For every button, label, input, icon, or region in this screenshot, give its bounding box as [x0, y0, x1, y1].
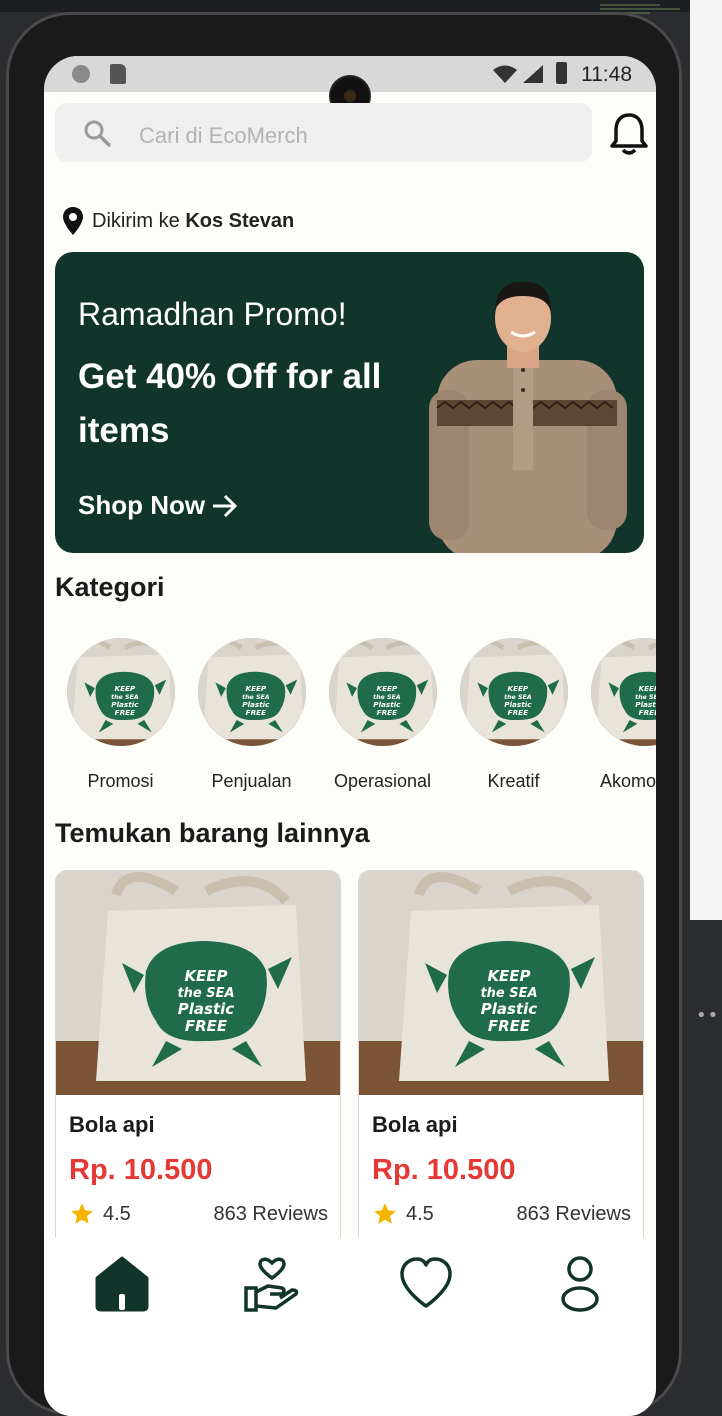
review-count: 863 Reviews — [516, 1203, 631, 1225]
donate-icon[interactable] — [242, 1254, 302, 1314]
profile-icon[interactable] — [550, 1254, 610, 1314]
categories-title: Kategori — [55, 572, 165, 602]
svg-text:KEEP: KEEP — [245, 684, 266, 693]
bell-icon[interactable] — [609, 111, 649, 157]
svg-text:KEEP: KEEP — [507, 684, 528, 693]
svg-text:FREE: FREE — [488, 1017, 531, 1035]
svg-text:Plastic: Plastic — [111, 700, 139, 709]
category-item[interactable]: KEEP the SEA Plastic FREE Kreatif — [448, 638, 579, 792]
search-icon — [84, 120, 111, 147]
signal-icon — [523, 65, 543, 83]
tote-bag-image: KEEPthe SEAPlasticFREE — [197, 638, 306, 746]
category-label: Operasional — [333, 771, 432, 791]
svg-text:KEEP: KEEP — [376, 684, 397, 693]
svg-text:FREE: FREE — [185, 1017, 228, 1035]
product-card[interactable]: KEEP the SEA Plastic FREE Bola api Rp. 10.500… — [55, 870, 341, 1292]
wifi-icon — [493, 65, 517, 83]
rating-value: 4.5 — [406, 1202, 434, 1225]
tote-bag-image: KEEPthe SEAPlasticFREE — [359, 871, 643, 1095]
delivery-location: Kos Stevan — [185, 209, 295, 232]
svg-text:FREE: FREE — [245, 708, 265, 717]
product-rating: 4.5 — [69, 1201, 131, 1227]
products-title: Temukan barang lainnya — [55, 818, 370, 848]
status-time: 11:48 — [581, 63, 632, 86]
category-item[interactable]: KEEP the SEA Plastic FREE Promosi — [55, 638, 186, 792]
tote-bag-image: KEEPthe SEAPlasticFREE — [328, 638, 437, 746]
svg-text:KEEP: KEEP — [114, 684, 135, 693]
svg-text:FREE: FREE — [507, 708, 527, 717]
svg-text:KEEP: KEEP — [487, 967, 530, 985]
category-label: Penjualan — [211, 771, 292, 791]
ide-side-panel — [690, 0, 722, 920]
svg-text:Plastic: Plastic — [635, 700, 656, 709]
svg-text:Plastic: Plastic — [242, 700, 270, 709]
banner-subtitle: Ramadhan Promo! — [78, 296, 347, 332]
svg-text:KEEP: KEEP — [184, 967, 227, 985]
product-image: KEEP the SEA Plastic FREE — [56, 871, 340, 1095]
category-image: KEEPthe SEAPlasticFREE — [590, 638, 656, 746]
category-item[interactable]: KEEP the SEA Plastic FREE Penjualan — [186, 638, 317, 792]
delivery-text: Dikirim ke Kos Stevan — [92, 210, 294, 233]
star-icon — [374, 1203, 396, 1224]
star-icon — [71, 1203, 93, 1224]
tote-bag-image: KEEPthe SEAPlasticFREE — [459, 638, 568, 746]
app-screen: 11:48 Cari di EcoMerch Dikirim ke Kos St… — [44, 56, 656, 1416]
banner-title: Get 40% Off for all items — [78, 357, 382, 450]
search-input[interactable]: Cari di EcoMerch — [55, 103, 592, 162]
product-name: Bola api — [69, 1112, 155, 1137]
bottom-navigation — [44, 1238, 656, 1416]
ide-side-panel-dark — [690, 920, 722, 1415]
category-item[interactable]: KEEPthe SEAPlasticFREE Akomodasi — [579, 638, 656, 792]
category-label: Promosi — [87, 771, 154, 791]
ide-top-bar — [0, 0, 690, 14]
category-image: KEEPthe SEAPlasticFREE — [66, 638, 175, 746]
rating-value: 4.5 — [103, 1202, 131, 1225]
category-item[interactable]: KEEP the SEA Plastic FREE Operasional — [317, 638, 448, 792]
review-count: 863 Reviews — [213, 1203, 328, 1225]
tote-bag-image: KEEPthe SEAPlasticFREE — [590, 638, 656, 746]
more-icon[interactable]: ••• — [696, 1005, 722, 1026]
delivery-prefix: Dikirim ke — [92, 209, 180, 232]
product-price: Rp. 10.500 — [69, 1154, 213, 1186]
svg-text:Plastic: Plastic — [373, 700, 401, 709]
banner-model-image — [429, 281, 627, 553]
svg-text:KEEP: KEEP — [638, 684, 656, 693]
category-list: KEEP the SEA Plastic FREE Promosi KEEP the SEA… — [55, 638, 656, 791]
home-icon[interactable] — [92, 1254, 152, 1314]
tote-bag-image: KEEPthe SEAPlasticFREE — [56, 871, 340, 1095]
delivery-address[interactable]: Dikirim ke Kos Stevan — [62, 206, 294, 236]
product-rating: 4.5 — [372, 1201, 434, 1227]
product-name: Bola api — [372, 1112, 458, 1137]
svg-text:Plastic: Plastic — [178, 1000, 234, 1018]
svg-text:the SEA: the SEA — [480, 986, 537, 1001]
phone-frame: 11:48 Cari di EcoMerch Dikirim ke Kos St… — [6, 12, 682, 1416]
product-image: KEEP the SEA Plastic FREE — [359, 871, 643, 1095]
location-pin-icon — [63, 207, 83, 235]
category-image: KEEPthe SEAPlasticFREE — [459, 638, 568, 746]
svg-text:FREE: FREE — [114, 708, 134, 717]
product-card[interactable]: KEEP the SEA Plastic FREE Bola api Rp. 10.500… — [358, 870, 644, 1292]
shop-now-button[interactable]: Shop Now — [78, 490, 239, 521]
category-label: Akomodasi — [599, 771, 656, 791]
sd-card-icon — [110, 64, 126, 84]
category-image: KEEPthe SEAPlasticFREE — [197, 638, 306, 746]
arrow-right-icon — [213, 494, 238, 517]
battery-icon — [556, 62, 567, 84]
tote-bag-image: KEEPthe SEAPlasticFREE — [66, 638, 175, 746]
svg-text:FREE: FREE — [638, 708, 656, 717]
notification-dot-icon — [72, 65, 90, 83]
category-label: Kreatif — [487, 771, 540, 791]
svg-text:Plastic: Plastic — [504, 700, 532, 709]
promo-banner[interactable]: Ramadhan Promo! Get 40% Off for all item… — [55, 252, 644, 553]
search-placeholder: Cari di EcoMerch — [139, 123, 308, 148]
product-price: Rp. 10.500 — [372, 1154, 516, 1186]
svg-text:the SEA: the SEA — [177, 986, 234, 1001]
ide-code-preview — [600, 2, 690, 14]
svg-text:Plastic: Plastic — [481, 1000, 537, 1018]
heart-icon[interactable] — [396, 1254, 456, 1314]
category-image: KEEPthe SEAPlasticFREE — [328, 638, 437, 746]
svg-text:FREE: FREE — [376, 708, 396, 717]
shop-now-label: Shop Now — [78, 490, 206, 520]
